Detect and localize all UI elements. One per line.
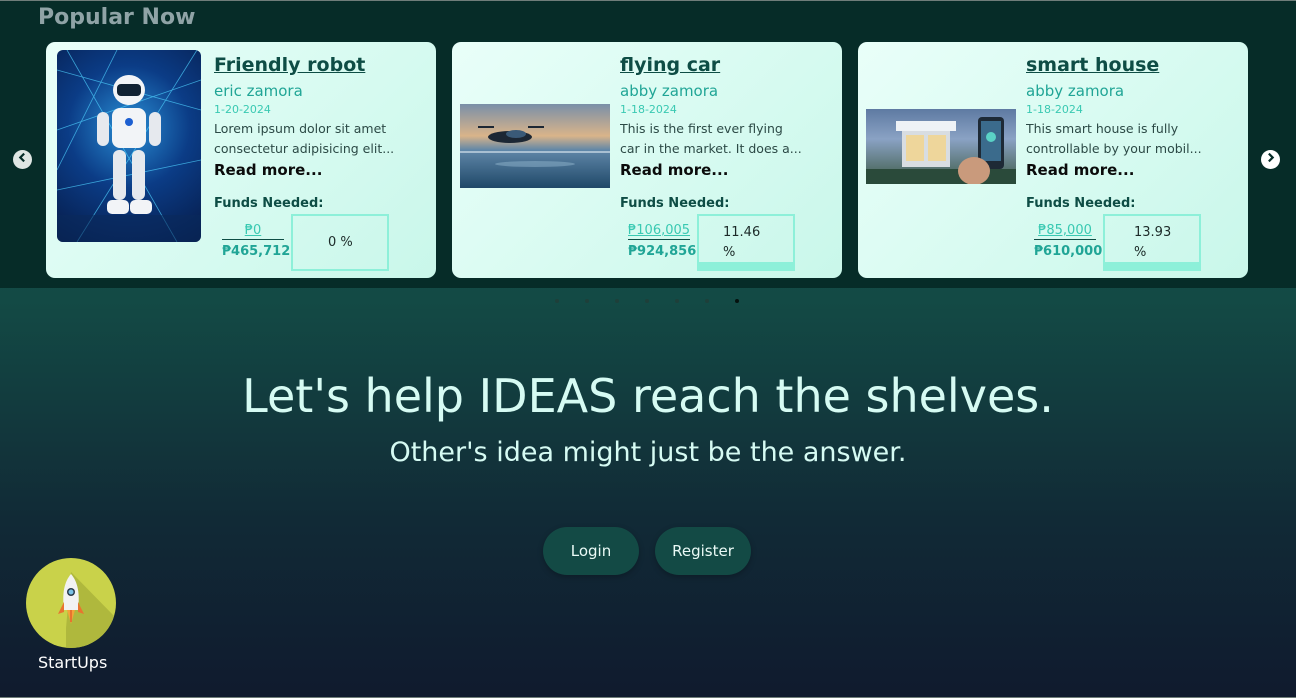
hero-subline: Other's idea might just be the answer.	[389, 437, 907, 468]
progress-percent: 0 %	[328, 235, 353, 250]
funds-raised: ₱106,005	[628, 223, 691, 240]
funds-needed-label: Funds Needed:	[620, 196, 730, 211]
funds-raised: ₱0	[222, 223, 284, 240]
funds-raised: ₱85,000	[1034, 223, 1096, 240]
carousel-dot[interactable]	[705, 299, 709, 303]
project-description: This is the first ever flying car in the…	[620, 119, 810, 159]
read-more-link[interactable]: Read more...	[620, 161, 728, 179]
carousel-dot[interactable]	[675, 299, 679, 303]
description-line: car in the market. It does a...	[620, 141, 802, 156]
project-description: Lorem ipsum dolor sit amet consectetur a…	[214, 119, 404, 159]
project-image[interactable]	[866, 109, 1016, 184]
project-description: This smart house is fully controllable b…	[1026, 119, 1216, 159]
description-line: Lorem ipsum dolor sit amet	[214, 121, 387, 136]
carousel-prev-button[interactable]	[13, 150, 32, 169]
project-date: 1-18-2024	[620, 103, 677, 116]
carousel-dot[interactable]	[645, 299, 649, 303]
project-date: 1-18-2024	[1026, 103, 1083, 116]
carousel-next-button[interactable]	[1261, 150, 1280, 169]
funding-progress: 0 %	[291, 214, 389, 271]
progress-percent-sign: %	[1134, 245, 1147, 260]
funds-needed-label: Funds Needed:	[1026, 196, 1136, 211]
project-image[interactable]	[57, 50, 201, 242]
project-author: abby zamora	[1026, 82, 1125, 100]
read-more-link[interactable]: Read more...	[1026, 161, 1134, 179]
progress-percent: 11.46	[723, 225, 761, 240]
startups-logo[interactable]	[26, 558, 116, 648]
progress-fill	[1105, 262, 1199, 269]
register-button[interactable]: Register	[655, 527, 751, 575]
section-title: Popular Now	[38, 5, 196, 30]
progress-percent-sign: %	[723, 245, 736, 260]
read-more-link[interactable]: Read more...	[214, 161, 322, 179]
project-card[interactable]: smart house abby zamora 1-18-2024 This s…	[858, 42, 1248, 278]
funding-progress: 11.46 %	[697, 214, 795, 271]
funds-needed-label: Funds Needed:	[214, 196, 324, 211]
progress-fill	[699, 262, 793, 269]
carousel-dot[interactable]	[735, 299, 739, 303]
funding-progress: 13.93 %	[1103, 214, 1201, 271]
login-button[interactable]: Login	[543, 527, 639, 575]
carousel-dot[interactable]	[615, 299, 619, 303]
chevron-left-icon	[17, 152, 28, 167]
carousel-indicators	[555, 299, 739, 303]
brand-name: StartUps	[38, 653, 108, 672]
project-card[interactable]: flying car abby zamora 1-18-2024 This is…	[452, 42, 842, 278]
rocket-icon	[26, 572, 116, 648]
project-title[interactable]: flying car	[620, 54, 720, 76]
carousel-dot[interactable]	[555, 299, 559, 303]
funds-goal: ₱610,000	[1034, 244, 1103, 259]
funds-goal: ₱465,712	[222, 244, 291, 259]
project-date: 1-20-2024	[214, 103, 271, 116]
project-author: abby zamora	[620, 82, 719, 100]
carousel-dot[interactable]	[585, 299, 589, 303]
description-line: controllable by your mobil...	[1026, 141, 1202, 156]
project-image[interactable]	[460, 104, 610, 188]
description-line: This is the first ever flying	[620, 121, 783, 136]
funds-goal: ₱924,856	[628, 244, 697, 259]
chevron-right-icon	[1265, 152, 1276, 167]
hero-headline: Let's help IDEAS reach the shelves.	[242, 369, 1054, 423]
project-card[interactable]: Friendly robot eric zamora 1-20-2024 Lor…	[46, 42, 436, 278]
progress-percent: 13.93	[1134, 225, 1172, 240]
project-title[interactable]: Friendly robot	[214, 54, 365, 76]
description-line: This smart house is fully	[1026, 121, 1179, 136]
project-author: eric zamora	[214, 82, 303, 100]
description-line: consectetur adipisicing elit...	[214, 141, 395, 156]
project-title[interactable]: smart house	[1026, 54, 1159, 76]
